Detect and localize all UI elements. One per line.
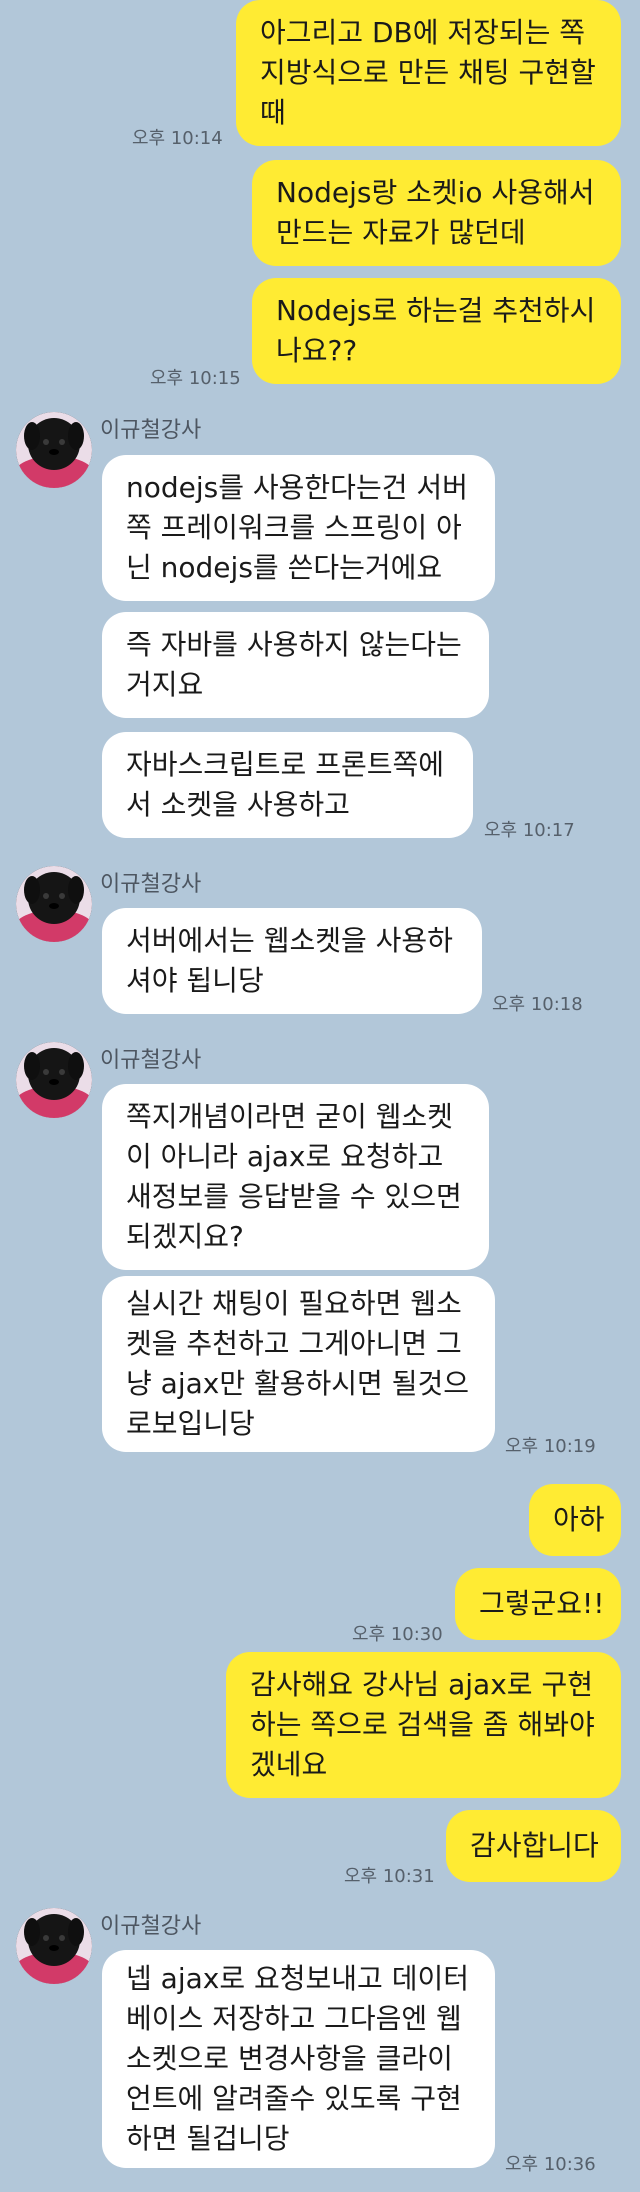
message-text-line: 로보입니당 [126, 1407, 255, 1440]
message-text-line: 만드는 자료가 많던데 [276, 216, 526, 249]
sent-message-bubble[interactable]: 감사합니다 [446, 1810, 621, 1882]
message-text-line: 새정보를 응답받을 수 있으면 [126, 1180, 462, 1213]
sent-message-bubble[interactable]: 감사해요 강사님 ajax로 구현하는 쪽으로 검색을 좀 해봐야겠네요 [226, 1652, 621, 1798]
message-timestamp: 오후 10:15 [150, 368, 241, 389]
message-text-line: 쪽 프레이워크를 스프링이 아 [126, 511, 462, 544]
message-text-line: 하면 될겁니당 [126, 2122, 290, 2155]
message-text-line: 감사해요 강사님 ajax로 구현 [250, 1668, 593, 1701]
message-text-line: 되겠지요? [126, 1220, 244, 1253]
message-text-line: 감사합니다 [470, 1829, 599, 1862]
dog-avatar-icon [16, 1042, 92, 1118]
received-message-bubble[interactable]: 넵 ajax로 요청보내고 데이터베이스 저장하고 그다음엔 웹소켓으로 변경사… [102, 1950, 495, 2168]
message-text-line: 닌 nodejs를 쓴다는거에요 [126, 551, 443, 584]
message-timestamp: 오후 10:19 [505, 1436, 596, 1457]
sent-message-bubble[interactable]: 아하 [529, 1484, 621, 1556]
message-text-line: 그렇군요!! [479, 1587, 605, 1620]
avatar[interactable] [16, 866, 92, 942]
chat-area: 아그리고 DB에 저장되는 쪽지방식으로 만든 채팅 구현할때오후 10:14 N… [0, 0, 640, 2192]
sent-message-bubble[interactable]: Nodejs랑 소켓io 사용해서만드는 자료가 많던데 [252, 160, 621, 266]
message-text-line: 베이스 저장하고 그다음엔 웹 [126, 2002, 462, 2035]
message-text-line: 넵 ajax로 요청보내고 데이터 [126, 1962, 469, 1995]
message-text-line: 켓을 추천하고 그게아니면 그 [126, 1327, 462, 1360]
avatar[interactable] [16, 1908, 92, 1984]
avatar[interactable] [16, 1042, 92, 1118]
received-message-bubble[interactable]: 자바스크립트로 프론트쪽에서 소켓을 사용하고 [102, 732, 473, 838]
message-text-line: 즉 자바를 사용하지 않는다는 [126, 628, 462, 661]
message-text-line: 나요?? [276, 334, 358, 367]
message-text-line: 겠네요 [250, 1748, 328, 1781]
sender-name: 이규철강사 [100, 1914, 202, 1939]
sent-message-bubble[interactable]: 아그리고 DB에 저장되는 쪽지방식으로 만든 채팅 구현할때 [236, 0, 621, 146]
message-text-line: 아그리고 DB에 저장되는 쪽 [260, 16, 586, 49]
message-text-line: 하는 쪽으로 검색을 좀 해봐야 [250, 1708, 595, 1741]
message-timestamp: 오후 10:36 [505, 2154, 596, 2175]
sender-name: 이규철강사 [100, 872, 202, 897]
dog-avatar-icon [16, 1908, 92, 1984]
message-text-line: nodejs를 사용한다는건 서버 [126, 471, 468, 504]
received-message-bubble[interactable]: 실시간 채팅이 필요하면 웹소켓을 추천하고 그게아니면 그냥 ajax만 활용… [102, 1276, 495, 1452]
message-text-line: 서버에서는 웹소켓을 사용하 [126, 924, 453, 957]
message-timestamp: 오후 10:18 [492, 994, 583, 1015]
message-text-line: 이 아니라 ajax로 요청하고 [126, 1140, 444, 1173]
dog-avatar-icon [16, 866, 92, 942]
message-text-line: 실시간 채팅이 필요하면 웹소 [126, 1287, 462, 1320]
message-text-line: 쪽지개념이라면 굳이 웹소켓 [126, 1100, 453, 1133]
received-message-bubble[interactable]: 서버에서는 웹소켓을 사용하셔야 됩니당 [102, 908, 482, 1014]
message-text-line: 소켓으로 변경사항을 클라이 [126, 2042, 453, 2075]
message-text-line: 아하 [553, 1503, 605, 1536]
message-timestamp: 오후 10:14 [132, 128, 223, 149]
message-text-line: Nodejs랑 소켓io 사용해서 [276, 176, 595, 209]
received-message-bubble[interactable]: 쪽지개념이라면 굳이 웹소켓이 아니라 ajax로 요청하고새정보를 응답받을 … [102, 1084, 489, 1270]
sender-name: 이규철강사 [100, 418, 202, 443]
message-text-line: 거지요 [126, 668, 204, 701]
message-text-line: 셔야 됩니당 [126, 964, 264, 997]
received-message-bubble[interactable]: 즉 자바를 사용하지 않는다는거지요 [102, 612, 489, 718]
message-text-line: 지방식으로 만든 채팅 구현할 [260, 56, 596, 89]
message-text-line: 서 소켓을 사용하고 [126, 788, 350, 821]
message-text-line: 냥 ajax만 활용하시면 될것으 [126, 1367, 469, 1400]
sent-message-bubble[interactable]: 그렇군요!! [455, 1568, 621, 1640]
message-text-line: 언트에 알려줄수 있도록 구현 [126, 2082, 462, 2115]
message-timestamp: 오후 10:31 [344, 1866, 435, 1887]
message-text-line: Nodejs로 하는걸 추천하시 [276, 294, 596, 327]
message-text-line: 때 [260, 96, 286, 129]
sent-message-bubble[interactable]: Nodejs로 하는걸 추천하시나요?? [252, 278, 621, 384]
received-message-bubble[interactable]: nodejs를 사용한다는건 서버쪽 프레이워크를 스프링이 아닌 nodejs… [102, 455, 495, 601]
message-text-line: 자바스크립트로 프론트쪽에 [126, 748, 445, 781]
avatar[interactable] [16, 412, 92, 488]
dog-avatar-icon [16, 412, 92, 488]
message-timestamp: 오후 10:17 [484, 820, 575, 841]
message-timestamp: 오후 10:30 [352, 1624, 443, 1645]
sender-name: 이규철강사 [100, 1048, 202, 1073]
